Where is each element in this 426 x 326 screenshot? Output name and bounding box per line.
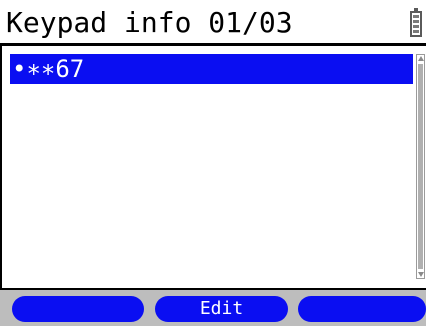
list-item-selected[interactable]: •∗∗67 <box>10 54 413 84</box>
scroll-up-arrow-icon[interactable] <box>418 56 424 61</box>
edit-button[interactable]: Edit <box>155 296 288 322</box>
battery-level <box>413 15 419 33</box>
device-screen: Keypad info 01/03 •∗∗67 Edit <box>0 0 426 326</box>
battery-icon <box>410 8 422 37</box>
page-title: Keypad info 01/03 <box>6 6 293 39</box>
scrollbar-thumb[interactable] <box>418 64 423 269</box>
battery-cap <box>414 8 418 11</box>
softkey-bar: Edit <box>0 288 426 326</box>
softkey-left-button[interactable] <box>12 296 144 322</box>
scrollbar[interactable] <box>416 54 425 279</box>
softkey-right-button[interactable] <box>298 296 426 322</box>
scroll-down-arrow-icon[interactable] <box>418 272 424 277</box>
list-item-label: •∗∗67 <box>12 55 85 83</box>
title-bar: Keypad info 01/03 <box>0 0 426 46</box>
